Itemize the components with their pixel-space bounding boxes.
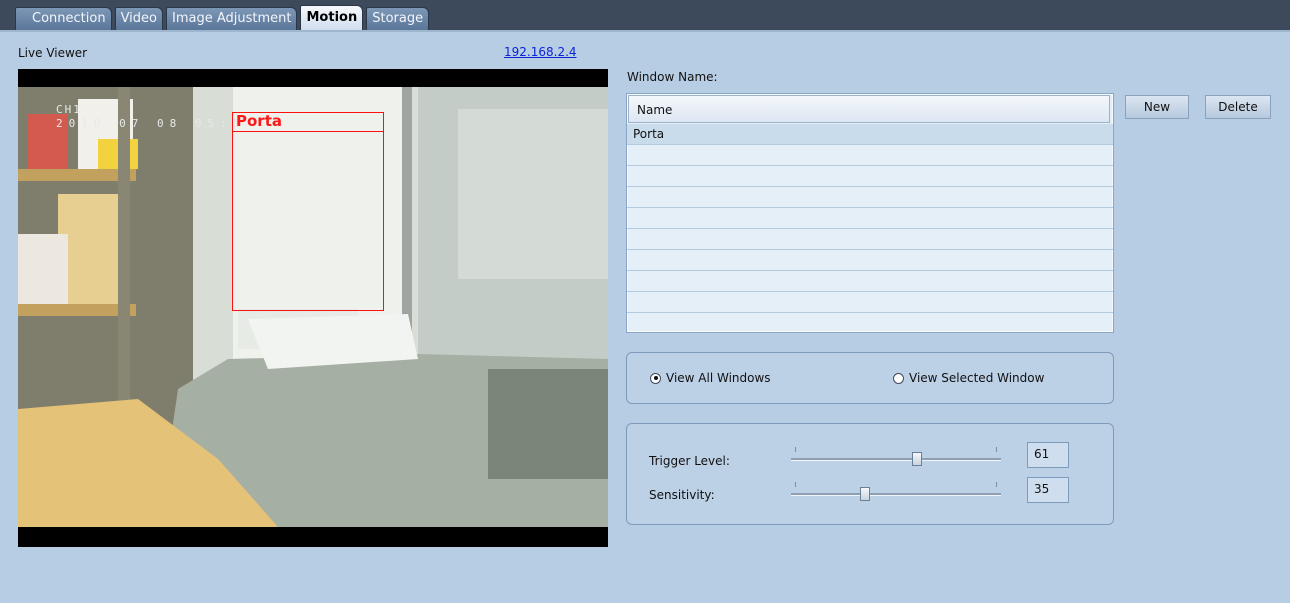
slider-tick [996, 447, 997, 452]
osd-channel: CH1 [56, 103, 82, 116]
trigger-level-label: Trigger Level: [649, 454, 730, 468]
trigger-level-slider[interactable] [791, 447, 1001, 467]
tab-connection[interactable]: Connection [15, 7, 112, 30]
tab-motion[interactable]: Motion [300, 5, 364, 30]
camera-ip-link[interactable]: 192.168.2.4 [504, 45, 577, 59]
radio-selected-icon [650, 372, 661, 384]
view-selected-window-label: View Selected Window [909, 371, 1045, 385]
tab-video[interactable]: Video [114, 7, 163, 30]
list-item-empty [627, 292, 1113, 313]
radio-unselected-icon [893, 372, 904, 384]
motion-window-label: Porta [236, 112, 282, 130]
slider-tick [795, 447, 796, 452]
list-item-empty [627, 145, 1113, 166]
list-item-empty [627, 166, 1113, 187]
list-item-empty [627, 271, 1113, 292]
list-item[interactable]: Porta [627, 124, 1113, 145]
view-selected-window-radio[interactable]: View Selected Window [893, 371, 1044, 385]
window-list[interactable]: Name Porta [626, 93, 1114, 333]
sensitivity-thumb[interactable] [860, 487, 870, 501]
motion-window-header: Porta [233, 113, 383, 132]
live-video-view[interactable]: CH1 2010 07 08 05:5 Porta [18, 69, 608, 547]
slider-tick [996, 482, 997, 487]
delete-window-button[interactable]: Delete [1205, 95, 1271, 119]
sensitivity-value[interactable]: 35 [1027, 477, 1069, 503]
slider-tick [795, 482, 796, 487]
new-window-button[interactable]: New [1125, 95, 1189, 119]
tab-bar: Connection Video Image Adjustment Motion… [0, 0, 1290, 32]
tab-storage[interactable]: Storage [366, 7, 430, 30]
live-viewer-title: Live Viewer [18, 46, 88, 60]
tab-image-adjustment[interactable]: Image Adjustment [166, 7, 298, 30]
sensitivity-label: Sensitivity: [649, 488, 715, 502]
tab-strip: Connection Video Image Adjustment Motion… [15, 5, 432, 30]
list-item-empty [627, 229, 1113, 250]
list-item-empty [627, 250, 1113, 271]
list-item-empty [627, 208, 1113, 229]
view-mode-group: View All Windows View Selected Window [626, 352, 1114, 404]
trigger-level-value[interactable]: 61 [1027, 442, 1069, 468]
view-all-windows-label: View All Windows [666, 371, 771, 385]
osd-datetime: 2010 07 08 05:5 [56, 117, 246, 130]
sensitivity-slider[interactable] [791, 482, 1001, 502]
window-name-label: Window Name: [627, 70, 718, 84]
motion-settings-group: Trigger Level: 61 Sensitivity: 35 [626, 423, 1114, 525]
slider-track [791, 458, 1001, 461]
slider-track [791, 493, 1001, 496]
motion-window-overlay[interactable]: Porta [232, 112, 384, 311]
column-header-name[interactable]: Name [628, 95, 1110, 123]
view-all-windows-radio[interactable]: View All Windows [650, 371, 771, 385]
list-item-empty [627, 187, 1113, 208]
trigger-level-thumb[interactable] [912, 452, 922, 466]
